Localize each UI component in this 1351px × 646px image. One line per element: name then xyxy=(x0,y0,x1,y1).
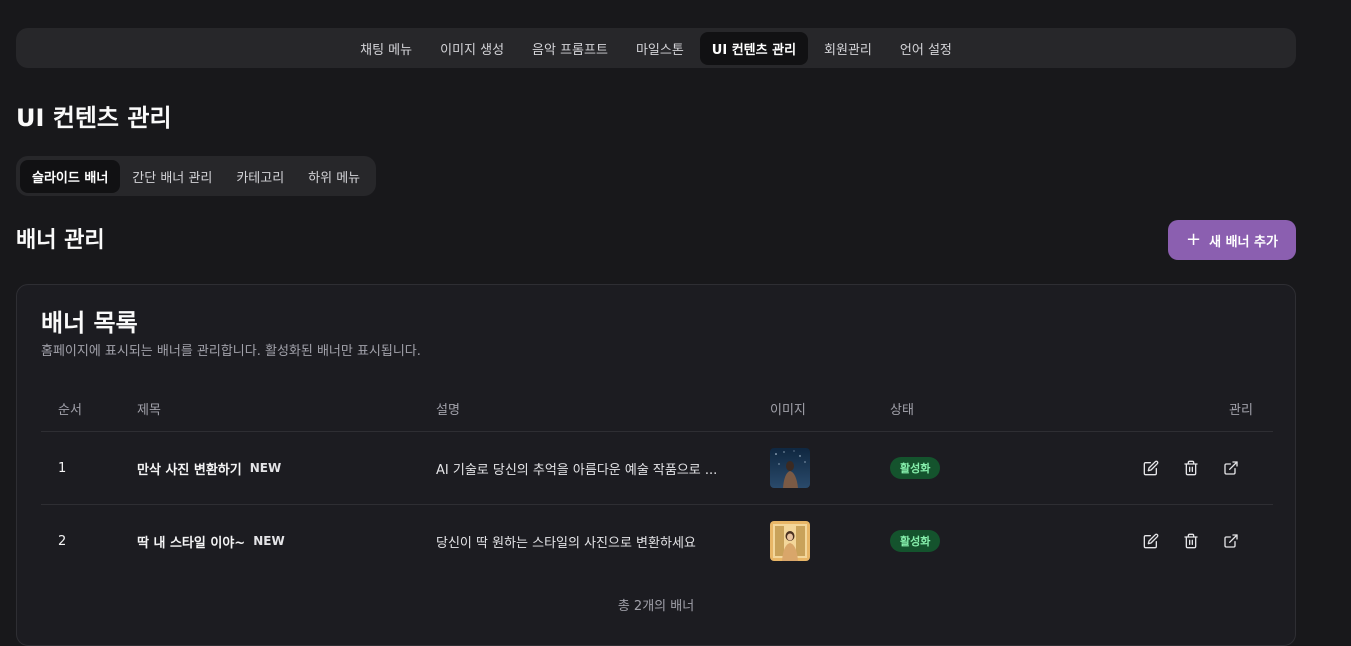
tab-slide-banner[interactable]: 슬라이드 배너 xyxy=(20,159,121,193)
sub-tabs: 슬라이드 배너 간단 배너 관리 카테고리 하위 메뉴 xyxy=(16,156,377,196)
banner-thumbnail xyxy=(770,521,810,561)
row-actions xyxy=(1139,432,1243,504)
row-image-cell xyxy=(770,432,810,504)
header-image: 이미지 xyxy=(770,403,806,418)
plus-icon: + xyxy=(1186,229,1202,250)
nav-item-ui-content[interactable]: UI 컨텐츠 관리 xyxy=(699,31,809,65)
section-title: 배너 관리 xyxy=(16,228,105,253)
new-badge: NEW xyxy=(253,534,285,548)
edit-icon[interactable] xyxy=(1139,456,1163,480)
header-description: 설명 xyxy=(436,403,460,418)
nav-item-language[interactable]: 언어 설정 xyxy=(888,32,964,65)
nav-item-chat-menu[interactable]: 채팅 메뉴 xyxy=(348,32,424,65)
card-title: 배너 목록 xyxy=(41,309,138,337)
header-actions: 관리 xyxy=(1229,403,1253,418)
row-description-cell: AI 기술로 당신의 추억을 아름다운 예술 작품으로 ... xyxy=(436,432,746,504)
row-image-cell xyxy=(770,505,810,577)
row-order: 1 xyxy=(58,460,67,476)
add-banner-button[interactable]: + 새 배너 추가 xyxy=(1168,220,1296,260)
banner-list-card: 배너 목록 홈페이지에 표시되는 배너를 관리합니다. 활성화된 배너만 표시됩… xyxy=(16,284,1296,646)
header-order: 순서 xyxy=(58,403,82,418)
tab-category[interactable]: 카테고리 xyxy=(224,160,296,193)
row-title: 딱 내 스타일 이야~ xyxy=(137,535,246,551)
row-description: 당신이 딱 원하는 스타일의 사진으로 변환하세요 xyxy=(436,535,696,551)
table-row: 2 딱 내 스타일 이야~ NEW 당신이 딱 원하는 스타일의 사진으로 변환… xyxy=(41,505,1273,577)
tab-simple-banner[interactable]: 간단 배너 관리 xyxy=(120,160,224,193)
tab-submenu[interactable]: 하위 메뉴 xyxy=(296,160,372,193)
row-actions xyxy=(1139,505,1243,577)
banner-table: 순서 제목 설명 이미지 상태 관리 1 만삭 사진 변환하기 NEW AI 기… xyxy=(41,385,1273,577)
banner-thumbnail xyxy=(770,448,810,488)
page-title: UI 컨텐츠 관리 xyxy=(16,104,172,132)
table-row: 1 만삭 사진 변환하기 NEW AI 기술로 당신의 추억을 아름다운 예술 … xyxy=(41,432,1273,505)
card-description: 홈페이지에 표시되는 배너를 관리합니다. 활성화된 배너만 표시됩니다. xyxy=(41,344,421,359)
header-title: 제목 xyxy=(137,403,161,418)
row-title: 만삭 사진 변환하기 xyxy=(137,462,242,478)
nav-item-milestone[interactable]: 마일스톤 xyxy=(624,32,696,65)
row-title-cell: 딱 내 스타일 이야~ NEW xyxy=(137,505,285,577)
row-description-cell: 당신이 딱 원하는 스타일의 사진으로 변환하세요 xyxy=(436,505,746,577)
table-header: 순서 제목 설명 이미지 상태 관리 xyxy=(41,385,1273,432)
top-navigation: 채팅 메뉴 이미지 생성 음악 프롬프트 마일스톤 UI 컨텐츠 관리 회원관리… xyxy=(16,28,1296,68)
nav-item-members[interactable]: 회원관리 xyxy=(812,32,884,65)
row-description: AI 기술로 당신의 추억을 아름다운 예술 작품으로 ... xyxy=(436,462,718,478)
edit-icon[interactable] xyxy=(1139,529,1163,553)
row-title-cell: 만삭 사진 변환하기 NEW xyxy=(137,432,281,504)
new-badge: NEW xyxy=(249,461,282,475)
row-status-cell: 활성화 xyxy=(890,432,941,504)
add-banner-label: 새 배너 추가 xyxy=(1209,234,1278,250)
external-link-icon[interactable] xyxy=(1219,456,1243,480)
total-count: 총 2개의 배너 xyxy=(617,599,695,614)
trash-icon[interactable] xyxy=(1179,456,1203,480)
row-status-cell: 활성화 xyxy=(890,505,941,577)
external-link-icon[interactable] xyxy=(1219,529,1243,553)
status-badge: 활성화 xyxy=(890,530,941,552)
nav-item-music-prompt[interactable]: 음악 프롬프트 xyxy=(520,32,620,65)
trash-icon[interactable] xyxy=(1179,529,1203,553)
status-badge: 활성화 xyxy=(890,457,941,479)
row-order: 2 xyxy=(58,533,67,549)
nav-item-image-generation[interactable]: 이미지 생성 xyxy=(428,32,516,65)
header-status: 상태 xyxy=(890,403,914,418)
